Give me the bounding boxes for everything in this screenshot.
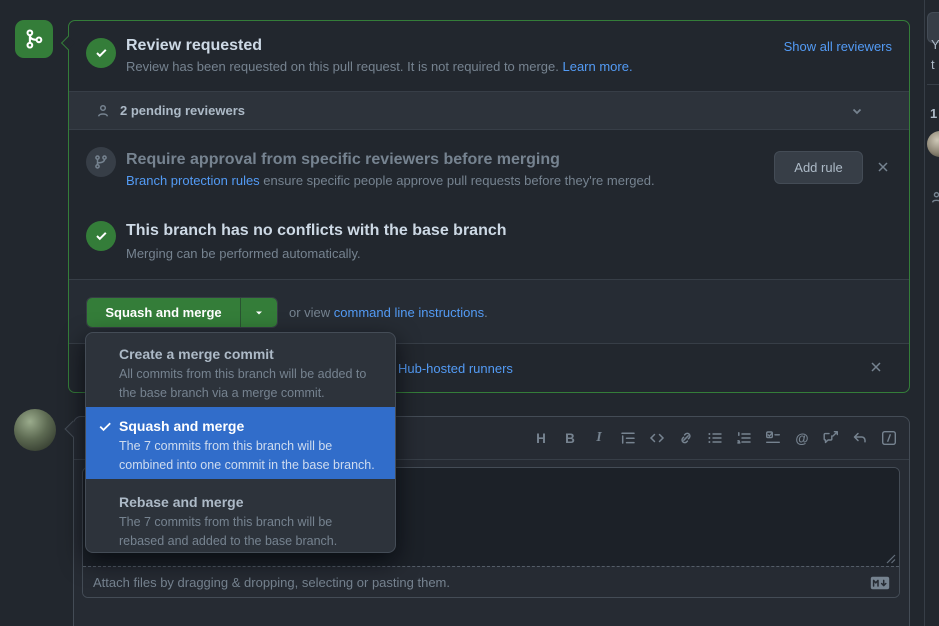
pull-request-merge-page: Review requested Review has been request… — [0, 0, 939, 626]
menu-item-title: Squash and merge — [119, 417, 379, 435]
hosted-runners-link[interactable]: Hub-hosted runners — [398, 361, 513, 376]
menu-item-create-merge-commit[interactable]: Create a merge commit All commits from t… — [86, 333, 395, 407]
code-icon[interactable] — [649, 430, 665, 446]
menu-item-description: All commits from this branch will be add… — [119, 365, 379, 402]
link-icon[interactable] — [678, 430, 694, 446]
merge-method-dropdown: Create a merge commit All commits from t… — [85, 332, 396, 553]
heading-icon[interactable]: H — [533, 430, 549, 446]
branch-protection-title: Require approval from specific reviewers… — [126, 151, 560, 169]
mention-icon[interactable]: @ — [794, 430, 810, 446]
review-requested-description: Review has been requested on this pull r… — [126, 59, 633, 74]
merge-button-group: Squash and merge — [86, 297, 278, 328]
git-merge-icon — [23, 28, 45, 50]
pending-reviewers-label: 2 pending reviewers — [120, 103, 245, 118]
learn-more-link[interactable]: Learn more. — [562, 59, 632, 74]
show-all-reviewers-link[interactable]: Show all reviewers — [784, 39, 892, 54]
menu-item-description: The 7 commits from this branch will be c… — [119, 437, 379, 474]
check-circle-icon — [86, 38, 116, 68]
markdown-icon — [870, 576, 890, 590]
menu-item-rebase-and-merge[interactable]: Rebase and merge The 7 commits from this… — [86, 479, 395, 553]
sidebar-divider — [924, 0, 925, 626]
markdown-toolbar: H B I — [533, 430, 897, 446]
merge-options-caret[interactable] — [240, 298, 277, 327]
sidebar-text-fragment: t — [931, 57, 935, 72]
quote-icon[interactable] — [620, 430, 636, 446]
attach-files-bar[interactable]: Attach files by dragging & dropping, sel… — [83, 566, 899, 598]
no-conflicts-description: Merging can be performed automatically. — [126, 246, 361, 261]
review-requested-title: Review requested — [126, 37, 262, 55]
menu-item-title: Rebase and merge — [119, 493, 379, 511]
cross-reference-icon[interactable] — [823, 430, 839, 446]
cli-instructions-text: or view command line instructions. — [289, 305, 488, 320]
sidebar-partial-icon — [929, 190, 939, 205]
attach-files-hint: Attach files by dragging & dropping, sel… — [93, 575, 450, 590]
sidebar-count-fragment: 1 — [930, 106, 937, 121]
task-list-icon[interactable] — [765, 430, 781, 446]
git-merge-badge — [15, 20, 53, 58]
git-branch-circle-icon — [86, 147, 116, 177]
bold-icon[interactable]: B — [562, 430, 578, 446]
sidebar-avatar[interactable] — [927, 131, 939, 157]
person-icon — [95, 103, 111, 119]
sidebar-divider-line — [927, 84, 939, 85]
menu-item-description: The 7 commits from this branch will be r… — [119, 513, 379, 550]
no-conflicts-title: This branch has no conflicts with the ba… — [126, 222, 507, 240]
close-icon[interactable] — [868, 359, 884, 375]
sidebar-text-fragment: Y — [931, 37, 939, 52]
check-circle-icon — [86, 221, 116, 251]
squash-and-merge-button[interactable]: Squash and merge — [87, 298, 240, 327]
menu-item-title: Create a merge commit — [119, 345, 379, 363]
cli-instructions-link[interactable]: command line instructions — [334, 305, 484, 320]
ordered-list-icon[interactable] — [736, 430, 752, 446]
branch-protection-link[interactable]: Branch protection rules — [126, 173, 260, 188]
pending-reviewers-row[interactable]: 2 pending reviewers — [69, 91, 909, 130]
reply-icon[interactable] — [852, 430, 868, 446]
add-rule-button[interactable]: Add rule — [774, 151, 863, 184]
italic-icon[interactable]: I — [591, 430, 607, 446]
merge-box-notch — [61, 36, 75, 50]
chevron-down-icon[interactable] — [849, 103, 865, 119]
unordered-list-icon[interactable] — [707, 430, 723, 446]
branch-protection-description: Branch protection rules ensure specific … — [126, 173, 655, 188]
resize-gripper-icon[interactable] — [885, 553, 896, 564]
user-avatar — [14, 409, 56, 451]
slash-commands-icon[interactable] — [881, 430, 897, 446]
menu-item-squash-and-merge[interactable]: Squash and merge The 7 commits from this… — [86, 407, 395, 479]
check-icon — [97, 419, 113, 435]
close-icon[interactable] — [875, 159, 891, 175]
